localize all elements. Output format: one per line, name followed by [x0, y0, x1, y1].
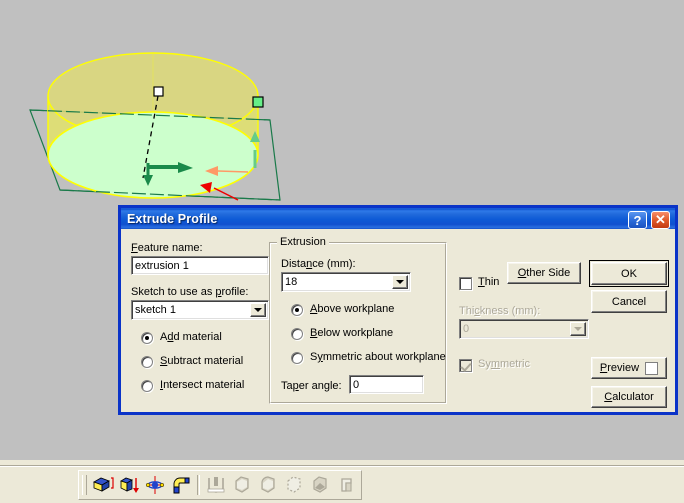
extrude-face-icon [120, 477, 139, 493]
calculator-label: Calculator [604, 391, 654, 403]
sweep-profile-button[interactable] [169, 474, 193, 497]
preview-checkbox-box [645, 361, 659, 375]
fillet-button [256, 474, 280, 497]
loft-icon [207, 477, 225, 493]
feature-name-input[interactable]: extrusion 1 [131, 256, 269, 275]
dialog-body: Feature name: extrusion 1 Sketch to use … [121, 232, 675, 412]
revolve-profile-button[interactable] [143, 474, 167, 497]
radio-symmetric-about-workplane-label: Symmetric about workplane [310, 351, 446, 363]
thickness-combo: 0 [459, 319, 589, 339]
sketch-profile-label: Sketch to use as profile: [131, 286, 249, 298]
radio-above-workplane-dot [291, 304, 303, 316]
chevron-down-icon[interactable] [392, 275, 408, 289]
radio-subtract-material-label: Subtract material [160, 355, 244, 367]
radio-above-workplane-label: Above workplane [310, 303, 395, 315]
thin-checkbox-box [459, 277, 472, 290]
extrude-profile-icon [93, 477, 114, 492]
other-side-label: Other Side [517, 267, 571, 279]
other-side-button[interactable]: Other Side [507, 262, 581, 284]
taper-angle-input[interactable]: 0 [349, 375, 424, 394]
cancel-label: Cancel [611, 295, 647, 308]
distance-label: Distance (mm): [281, 258, 356, 270]
feature-name-label: Feature name: [131, 242, 203, 254]
loft-button [204, 474, 228, 497]
help-button[interactable]: ? [628, 211, 647, 229]
toolbar-divider [197, 475, 200, 495]
extrusion-group-title: Extrusion [277, 236, 329, 248]
toolbar-grip[interactable] [82, 475, 87, 495]
axis-handle-top[interactable] [153, 86, 164, 97]
radio-below-workplane-label: Below workplane [310, 327, 394, 339]
extrude-profile-button[interactable] [91, 474, 115, 497]
symmetric-checkbox-box [459, 359, 472, 372]
distance-value: 18 [285, 276, 298, 288]
chevron-down-icon[interactable] [250, 303, 266, 317]
revolve-profile-icon [145, 476, 165, 494]
dialog-titlebar[interactable]: Extrude Profile ? ✕ [118, 205, 678, 229]
shell-icon [341, 478, 352, 492]
distance-combo[interactable]: 18 [281, 272, 411, 292]
preview-button[interactable]: Preview [591, 357, 667, 379]
fillet-icon [261, 476, 275, 493]
radio-symmetric-about-workplane-dot [291, 352, 303, 364]
thin-checkbox-label: Thin [478, 276, 500, 288]
sketch-profile-combo[interactable]: sketch 1 [131, 300, 269, 320]
ok-button[interactable]: OK [589, 260, 669, 287]
direction-handle[interactable] [252, 96, 264, 108]
radio-subtract-material-dot [141, 356, 153, 368]
thickness-value: 0 [463, 323, 470, 335]
radio-intersect-material-dot [141, 380, 153, 392]
thickness-label: Thickness (mm): [459, 305, 541, 317]
cancel-button[interactable]: Cancel [591, 290, 667, 313]
draft-button [308, 474, 332, 497]
preview-label: Preview [599, 362, 640, 374]
draft-icon [313, 476, 327, 493]
blend-button [230, 474, 254, 497]
chevron-down-icon [570, 322, 586, 336]
dialog-title: Extrude Profile [127, 211, 218, 226]
radio-add-material-label: Add material [160, 331, 222, 343]
radio-intersect-material-label: Intersect material [160, 379, 245, 391]
sweep-profile-icon [173, 477, 190, 494]
ok-label: OK [621, 267, 637, 280]
blend-icon [235, 476, 249, 493]
calculator-button[interactable]: Calculator [591, 386, 667, 408]
close-icon[interactable]: ✕ [651, 211, 670, 229]
symmetric-checkbox-label: Symmetric [478, 358, 530, 370]
extrude-profile-dialog: Extrude Profile ? ✕ Feature name: extrus… [118, 205, 678, 415]
extrude-face-button[interactable] [117, 474, 141, 497]
toolbar-separator [0, 465, 684, 467]
sketch-profile-value: sketch 1 [135, 304, 176, 316]
chamfer-button [282, 474, 306, 497]
chamfer-icon [287, 476, 301, 493]
radio-add-material-dot [141, 332, 153, 344]
features-toolbar [78, 470, 362, 500]
taper-angle-label: Taper angle: [281, 380, 342, 392]
shell-button [334, 474, 358, 497]
preview-checkbox[interactable] [645, 361, 659, 375]
radio-below-workplane-dot [291, 328, 303, 340]
